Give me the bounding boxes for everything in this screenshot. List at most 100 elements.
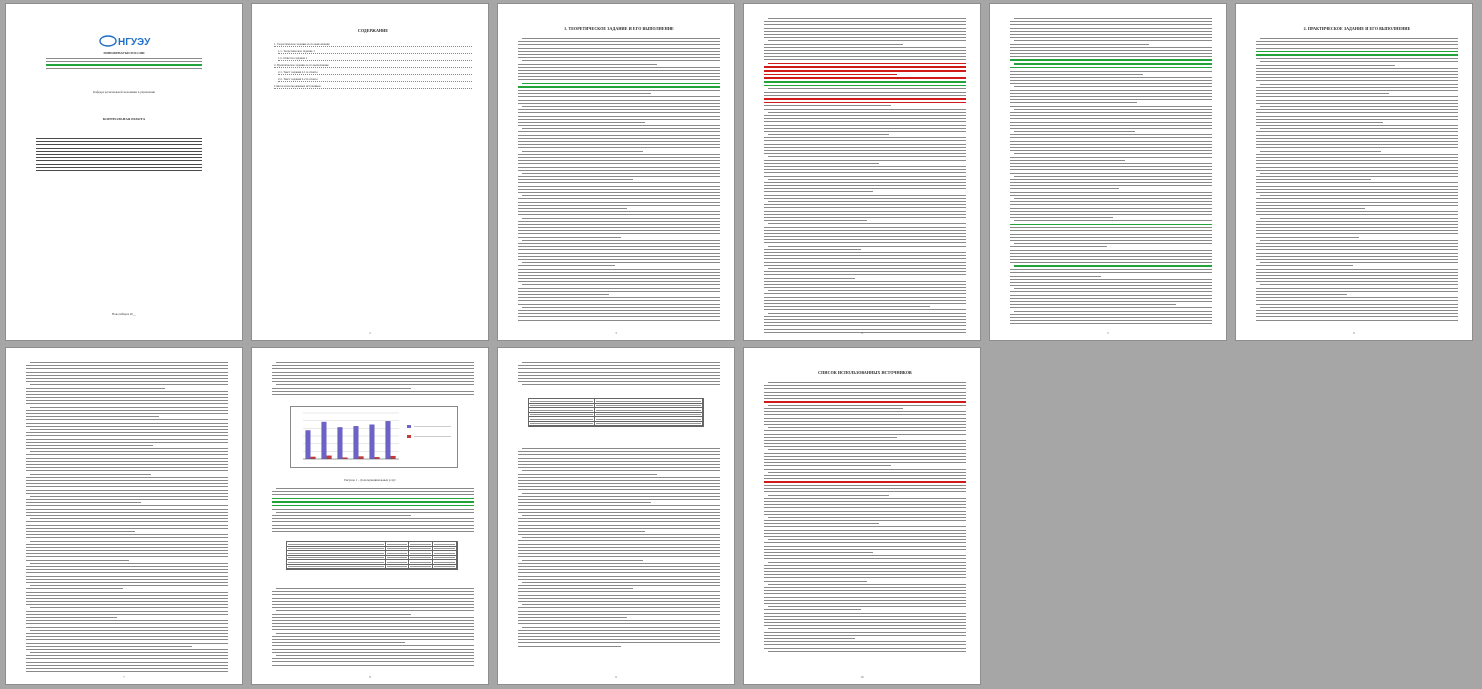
text-line xyxy=(1256,176,1458,178)
page-2-toc[interactable]: СОДЕРЖАНИЕ 1. Теоретическое задание и ег… xyxy=(251,3,489,341)
text-line xyxy=(26,661,228,663)
text-line xyxy=(764,439,966,441)
text-line xyxy=(522,604,720,606)
text-line xyxy=(26,617,117,618)
text-line xyxy=(1260,306,1458,308)
text-line xyxy=(1010,66,1212,69)
toc-item[interactable]: 1. Теоретическое задание и его выполнени… xyxy=(274,42,472,47)
page-3-theory[interactable]: 1. ТЕОРЕТИЧЕСКОЕ ЗАДАНИЕ И ЕГО ВЫПОЛНЕНИ… xyxy=(497,3,735,341)
toc-item[interactable]: 2.1. Текст задания 2.1 и ответы xyxy=(278,70,472,75)
text-line xyxy=(764,271,966,273)
text-line xyxy=(764,397,966,399)
text-line xyxy=(764,150,966,151)
text-line xyxy=(518,530,646,532)
text-line xyxy=(518,553,720,555)
text-line xyxy=(1010,323,1212,325)
text-line xyxy=(518,271,720,273)
table-cell xyxy=(409,555,434,559)
chart-bar xyxy=(321,421,327,459)
text-line xyxy=(764,91,966,93)
table-cell xyxy=(595,412,703,416)
text-line xyxy=(764,315,966,317)
text-line xyxy=(30,585,228,587)
table-cell xyxy=(529,403,596,407)
text-line xyxy=(26,534,228,536)
text-line xyxy=(518,505,720,507)
text-line xyxy=(1256,249,1458,251)
text-line xyxy=(1256,47,1458,49)
page-1-cover[interactable]: НГУЭУ МИНОБРНАУКИ РОССИИ Кафедра региона… xyxy=(5,3,243,341)
text-line xyxy=(1256,281,1458,283)
text-line xyxy=(1256,121,1384,123)
text-line xyxy=(1256,54,1458,56)
text-line xyxy=(26,374,228,376)
toc-item[interactable]: 2. Практическое задание и его выполнение xyxy=(274,63,472,68)
text-line xyxy=(518,207,628,209)
text-line xyxy=(518,457,720,459)
page-number: 10 xyxy=(860,675,864,679)
text-line xyxy=(764,188,966,190)
text-line xyxy=(518,249,720,251)
text-line xyxy=(764,21,966,23)
text-line xyxy=(1256,141,1458,142)
text-line xyxy=(764,274,966,276)
text-line xyxy=(764,242,966,244)
text-line xyxy=(764,303,966,304)
text-line xyxy=(518,185,720,187)
text-line xyxy=(764,43,904,45)
text-line xyxy=(26,613,228,615)
text-line xyxy=(1256,156,1458,158)
text-line xyxy=(768,290,966,292)
text-line xyxy=(26,476,228,478)
text-line xyxy=(764,602,966,604)
text-line xyxy=(1010,278,1212,280)
table-row xyxy=(529,421,703,426)
text-line xyxy=(272,613,412,615)
page-9-text[interactable]: 9 xyxy=(497,347,735,685)
text-line xyxy=(1010,246,1107,248)
page-10-references[interactable]: СПИСОК ИСПОЛЬЗОВАННЫХ ИСТОЧНИКОВ 10 xyxy=(743,347,981,685)
text-line xyxy=(1010,140,1212,142)
text-line xyxy=(26,425,228,427)
text-line xyxy=(272,629,474,631)
toc-item[interactable]: 1.1. Теоретическое задание 1 xyxy=(278,49,472,54)
text-line xyxy=(518,594,720,596)
text-line xyxy=(522,492,720,494)
text-line xyxy=(30,652,228,654)
text-line xyxy=(1256,192,1458,193)
data-table xyxy=(286,541,458,570)
text-line xyxy=(518,588,634,590)
text-line xyxy=(518,565,720,567)
text-line xyxy=(26,444,154,446)
table-cell xyxy=(595,408,703,412)
text-line xyxy=(764,130,966,132)
page-7-text[interactable]: 7 xyxy=(5,347,243,685)
text-line xyxy=(1010,304,1176,306)
text-line xyxy=(1010,207,1212,209)
text-line xyxy=(764,446,966,448)
text-line xyxy=(26,543,228,545)
text-line xyxy=(518,495,720,497)
text-line xyxy=(522,105,720,107)
page-6-practice[interactable]: 2. ПРАКТИЧЕСКОЕ ЗАДАНИЕ И ЕГО ВЫПОЛНЕНИЕ… xyxy=(1235,3,1473,341)
page-5-text[interactable]: 5 xyxy=(989,3,1227,341)
page-8-chart[interactable]: Рисунок 1 – Доля муниципальных услуг 8 xyxy=(251,347,489,685)
text-line xyxy=(764,239,966,241)
text-line xyxy=(26,645,192,647)
text-line xyxy=(518,137,720,139)
text-line xyxy=(518,63,658,65)
text-line xyxy=(1256,297,1458,299)
cover-ministry: МИНОБРНАУКИ РОССИИ xyxy=(103,51,145,55)
page-4-text[interactable]: 4 xyxy=(743,3,981,341)
text-line xyxy=(1256,86,1458,88)
toc-item[interactable]: 1.2. Ответ на задание 1 xyxy=(278,56,472,61)
table-cell xyxy=(595,399,703,403)
toc-item[interactable]: Список использованных источников xyxy=(274,84,472,89)
text-line xyxy=(768,223,966,225)
toc-item[interactable]: 2.2. Текст задания 2.2 и ответы xyxy=(278,77,472,82)
text-line xyxy=(764,66,966,68)
text-line xyxy=(522,217,720,219)
text-line xyxy=(768,539,966,541)
cover-department: Кафедра региональной экономики и управле… xyxy=(93,90,155,94)
text-line xyxy=(1010,150,1212,152)
